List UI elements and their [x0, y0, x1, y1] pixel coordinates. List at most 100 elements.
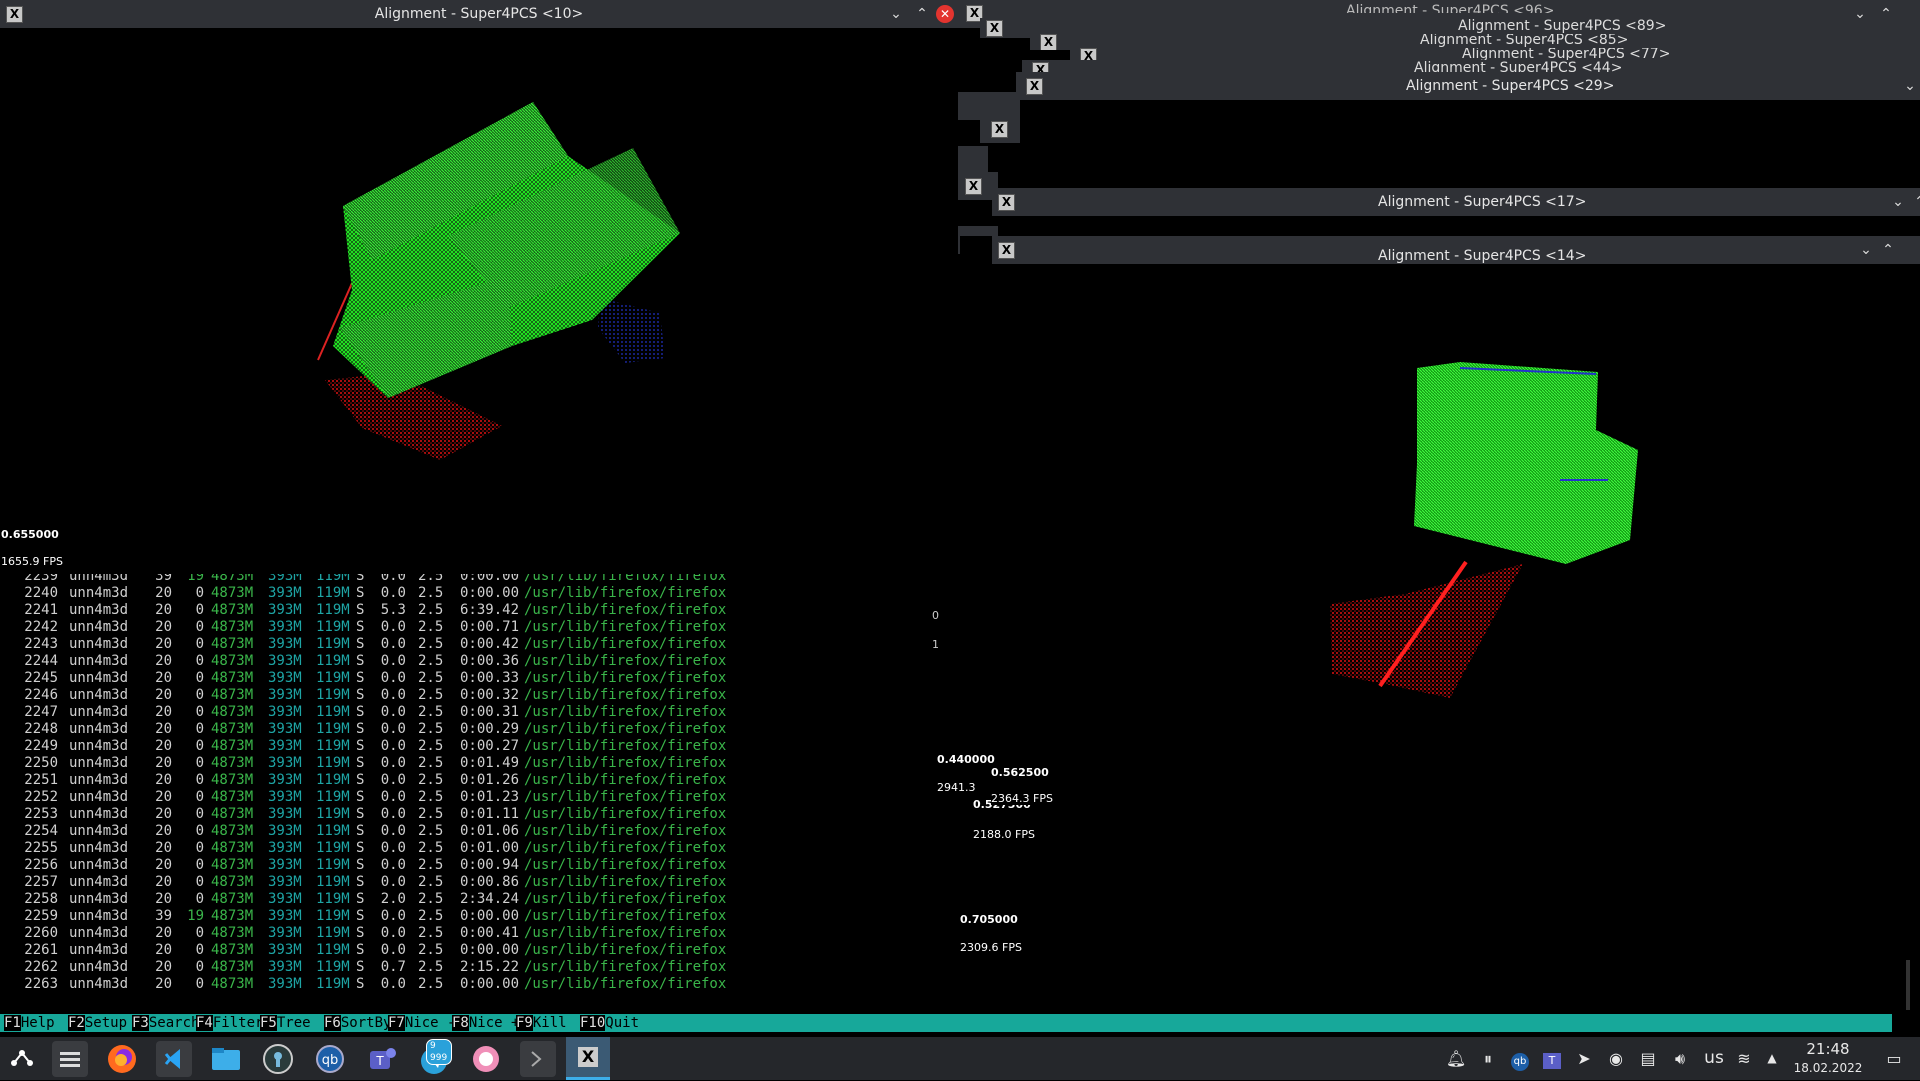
cell-pri: 20: [155, 585, 172, 601]
fkey-f6[interactable]: F6SortBy: [324, 1014, 388, 1032]
keepass-icon[interactable]: [260, 1041, 296, 1077]
qbittorrent-tray-icon[interactable]: qb: [1508, 1037, 1532, 1080]
cell-ni: 0: [195, 789, 204, 805]
cell-pid: 2240: [24, 585, 58, 601]
cell-cpu: 0.0: [380, 806, 406, 822]
qbittorrent-icon[interactable]: qb: [312, 1041, 348, 1077]
cell-s: S: [356, 755, 365, 771]
firefox-icon[interactable]: [104, 1041, 140, 1077]
minimize-button[interactable]: ⌄: [1888, 188, 1908, 216]
fkey-f2[interactable]: F2Setup: [68, 1014, 132, 1032]
clock-time[interactable]: 21:48: [1792, 1039, 1864, 1059]
vscode-icon[interactable]: [156, 1041, 192, 1077]
minimize-button[interactable]: ⌄: [1900, 72, 1920, 100]
cell-pid: 2256: [24, 857, 58, 873]
cell-shr: 119M: [316, 670, 350, 686]
fkey-f1[interactable]: F1Help: [4, 1014, 68, 1032]
cell-res: 393M: [268, 959, 302, 975]
tray-expand-icon[interactable]: ▲: [1762, 1037, 1782, 1080]
cell-virt: 4873M: [211, 619, 254, 635]
teams-tray-icon[interactable]: T: [1540, 1037, 1564, 1080]
cell-cpu: 0.0: [380, 721, 406, 737]
telegram-icon[interactable]: 9 999: [416, 1039, 452, 1077]
close-button[interactable]: ✕: [936, 5, 954, 23]
window-14-titlebar[interactable]: X Alignment - Super4PCS <14> ⌄ ⌃: [992, 236, 1920, 264]
terminal-icon[interactable]: [520, 1041, 556, 1077]
cell-res: 393M: [268, 585, 302, 601]
cell-time: 0:00.31: [460, 704, 520, 720]
x-app-icon[interactable]: X: [991, 121, 1008, 138]
show-desktop-icon[interactable]: ▭: [1882, 1037, 1906, 1080]
clock-date[interactable]: 18.02.2022: [1792, 1059, 1864, 1077]
fkey-f9[interactable]: F9Kill: [516, 1014, 580, 1032]
minimize-button[interactable]: ⌄: [1856, 236, 1876, 264]
cell-res: 393M: [268, 602, 302, 618]
svg-text:T: T: [375, 1054, 384, 1068]
fkey-f5[interactable]: F5Tree: [260, 1014, 324, 1032]
window-14[interactable]: X Alignment - Super4PCS <14> ⌄ ⌃: [960, 236, 1920, 954]
maximize-button[interactable]: ⌃: [1878, 236, 1898, 264]
maximize-button[interactable]: ⌃: [912, 0, 932, 28]
x-app-icon[interactable]: X: [566, 1037, 610, 1080]
cell-s: S: [356, 976, 365, 992]
maximize-button[interactable]: ⌃: [1910, 188, 1920, 216]
pink-app-icon[interactable]: [468, 1041, 504, 1077]
terminal-scrollbar[interactable]: [1906, 960, 1910, 1010]
x-app-icon[interactable]: X: [965, 178, 982, 195]
cell-shr: 119M: [316, 687, 350, 703]
settings-icon[interactable]: [52, 1041, 88, 1077]
telegram-tray-icon[interactable]: ➤: [1572, 1037, 1596, 1080]
notifications-icon[interactable]: 🔔︎: [1444, 1037, 1468, 1080]
cell-shr: 119M: [316, 925, 350, 941]
cell-res: 393M: [268, 925, 302, 941]
cell-pid: 2246: [24, 687, 58, 703]
volume-icon[interactable]: 🔊︎: [1668, 1037, 1692, 1080]
window-sliver-3[interactable]: [958, 146, 988, 174]
cell-ni: 0: [195, 636, 204, 652]
x-app-icon[interactable]: X: [998, 242, 1015, 259]
cell-user: unn4m3d: [69, 976, 129, 992]
fkey-f7[interactable]: F7Nice -: [388, 1014, 452, 1032]
fkey-f8[interactable]: F8Nice +: [452, 1014, 516, 1032]
point-cloud-viewport-14[interactable]: [960, 264, 1920, 954]
window-17-titlebar[interactable]: X Alignment - Super4PCS <17> ⌄ ⌃: [992, 188, 1920, 216]
file-manager-icon[interactable]: [208, 1041, 244, 1077]
launcher-icon[interactable]: [4, 1041, 40, 1077]
cell-virt: 4873M: [211, 891, 254, 907]
keepass-tray-icon[interactable]: ◉: [1604, 1037, 1628, 1080]
window-29[interactable]: X Alignment - Super4PCS <29> ⌄: [1016, 72, 1920, 202]
cell-shr: 119M: [316, 959, 350, 975]
cell-user: unn4m3d: [69, 806, 129, 822]
cell-ni: 0: [195, 670, 204, 686]
x-app-icon[interactable]: X: [1040, 34, 1057, 50]
clipboard-icon[interactable]: ▤: [1636, 1037, 1660, 1080]
cell-mem: 2.5: [418, 755, 444, 771]
cell-time: 0:00.41: [460, 925, 520, 941]
x-app-icon[interactable]: X: [986, 20, 1003, 37]
cell-time: 0:00.29: [460, 721, 520, 737]
cell-s: S: [356, 687, 365, 703]
fps-label-b: 2364.3 FPS: [991, 792, 1053, 805]
cell-time: 2:15.22: [460, 959, 520, 975]
cell-mem: 2.5: [418, 789, 444, 805]
fkey-f3[interactable]: F3Search: [132, 1014, 196, 1032]
fkey-f10[interactable]: F10Quit: [580, 1014, 644, 1032]
media-pause-icon[interactable]: ⏸︎: [1476, 1037, 1500, 1080]
minimize-button[interactable]: ⌄: [886, 0, 906, 28]
window-29-titlebar[interactable]: X Alignment - Super4PCS <29> ⌄: [1016, 72, 1920, 100]
teams-icon[interactable]: T: [364, 1041, 400, 1077]
fkey-f4[interactable]: F4Filter: [196, 1014, 260, 1032]
main-titlebar[interactable]: X Alignment - Super4PCS <10> ⌄ ⌃ ✕: [0, 0, 958, 28]
point-cloud-viewport[interactable]: [0, 28, 958, 574]
main-viewer-window[interactable]: X Alignment - Super4PCS <10> ⌄ ⌃ ✕ 0.655…: [0, 0, 958, 574]
wifi-icon[interactable]: ≋: [1732, 1037, 1756, 1080]
cell-res: 393M: [268, 857, 302, 873]
keyboard-layout[interactable]: us: [1700, 1037, 1728, 1080]
cell-pri: 20: [155, 857, 172, 873]
cell-virt: 4873M: [211, 721, 254, 737]
cell-pri: 20: [155, 653, 172, 669]
cell-res: 393M: [268, 891, 302, 907]
cell-s: S: [356, 942, 365, 958]
x-app-icon[interactable]: X: [998, 194, 1015, 211]
window-sliver-2[interactable]: X: [980, 115, 1020, 143]
